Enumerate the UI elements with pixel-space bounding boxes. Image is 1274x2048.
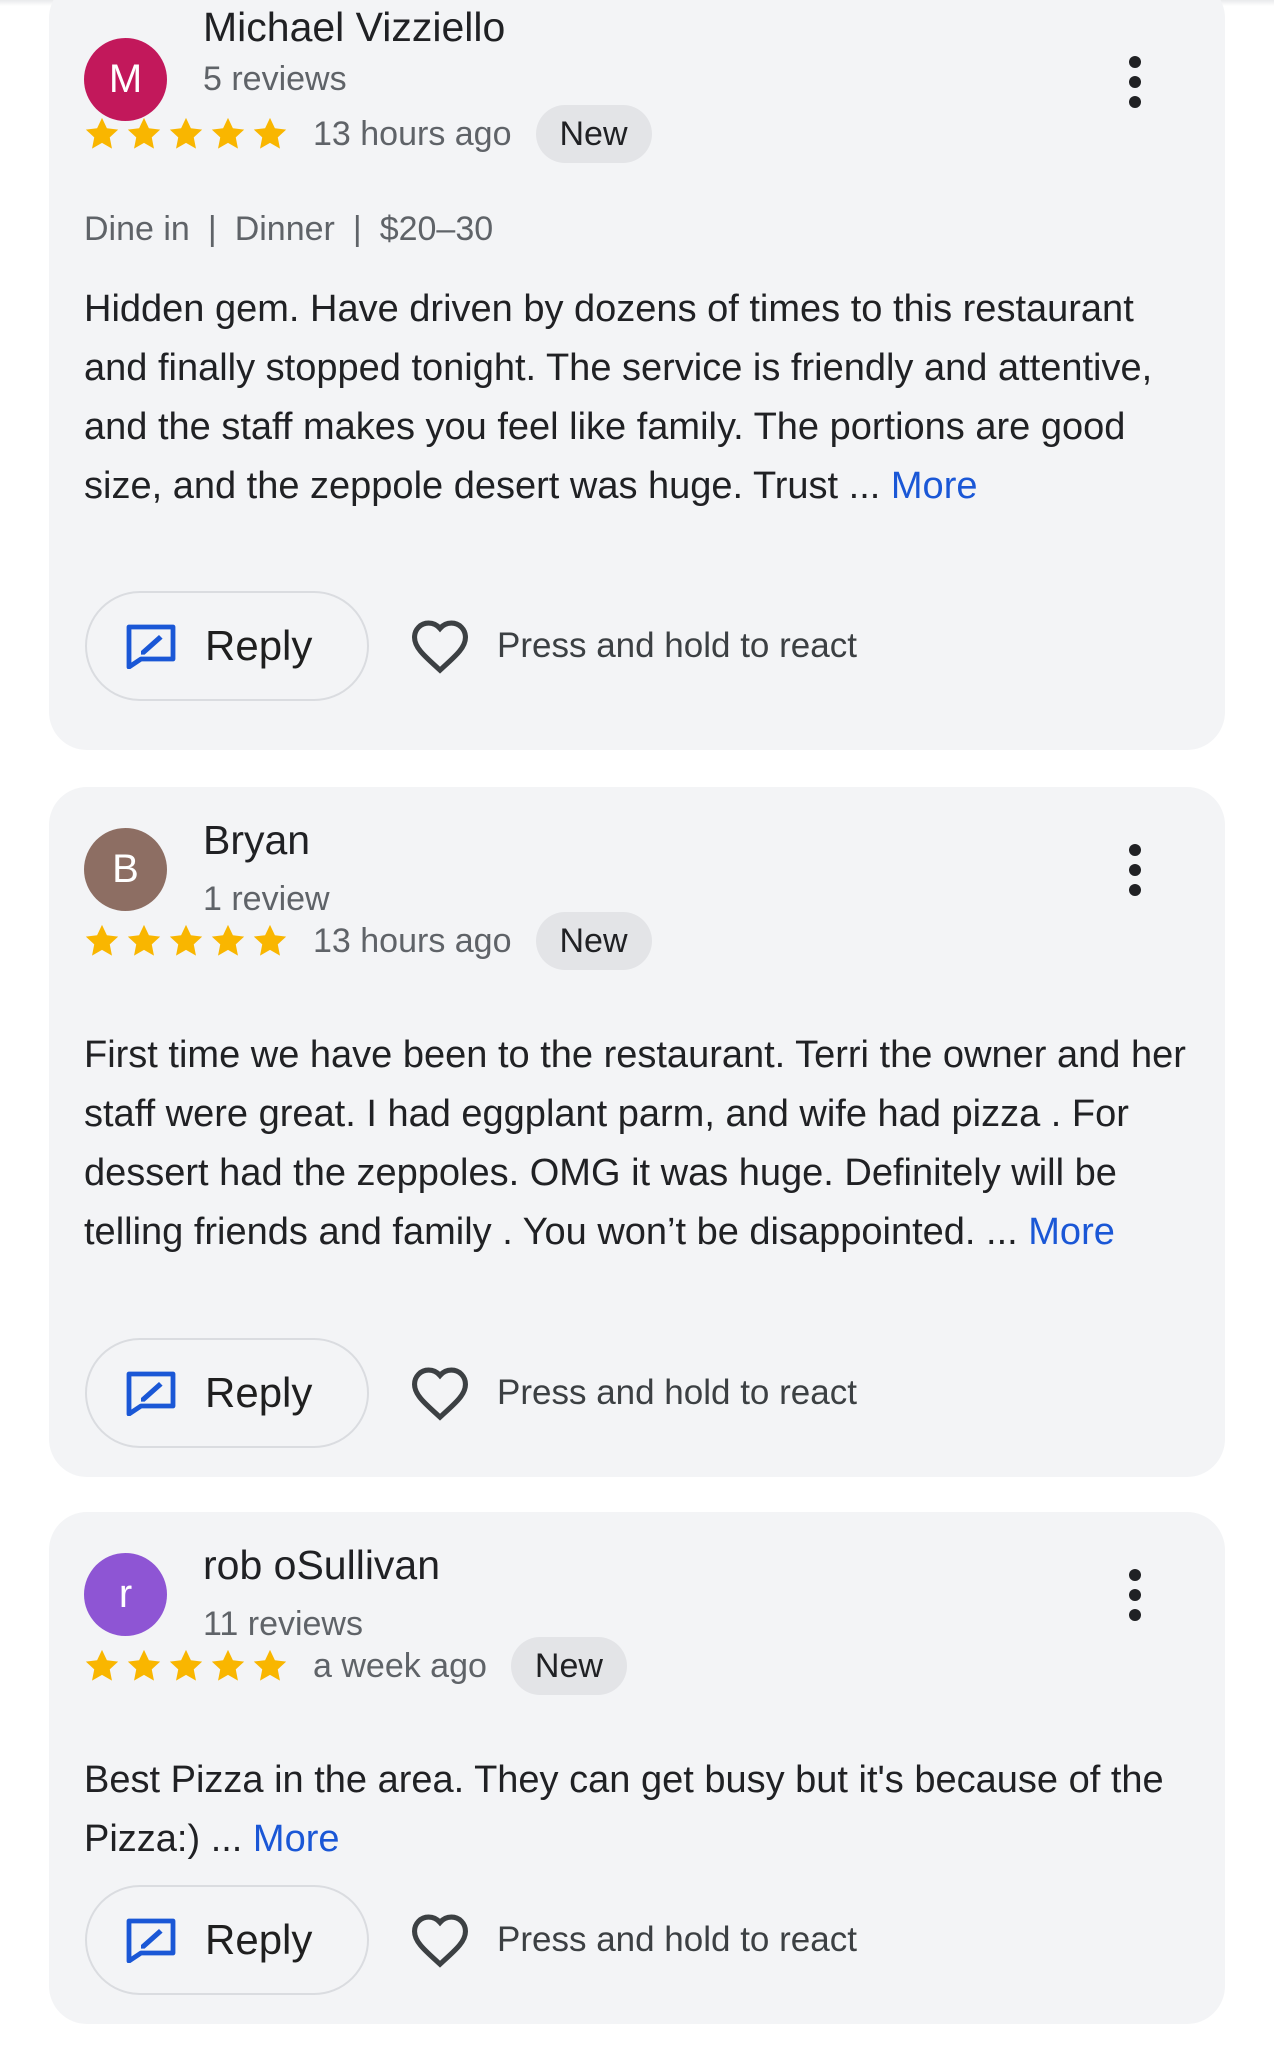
reply-label: Reply (205, 1916, 313, 1963)
more-options-icon[interactable] (1115, 52, 1155, 112)
react-label: Press and hold to react (497, 1920, 857, 1959)
reply-button[interactable]: Reply (85, 1338, 369, 1448)
star-icon (211, 1649, 245, 1681)
review-card: r rob oSullivan 11 reviews a week ago Ne… (49, 1512, 1225, 2024)
reviewer-name[interactable]: rob oSullivan (203, 1542, 440, 1589)
star-icon (253, 117, 287, 149)
review-time: 13 hours ago (313, 921, 512, 960)
reply-icon (126, 1371, 176, 1416)
star-icon (85, 1649, 119, 1681)
meta-meal: Dinner (234, 210, 335, 248)
review-body: Hidden gem. Have driven by dozens of tim… (84, 288, 1153, 507)
review-text: Best Pizza in the area. They can get bus… (84, 1751, 1194, 1869)
star-icon (253, 1649, 287, 1681)
reviewer-name[interactable]: Bryan (203, 817, 310, 864)
review-body: First time we have been to the restauran… (84, 1034, 1186, 1253)
review-time: a week ago (313, 1646, 487, 1685)
review-time: 13 hours ago (313, 114, 512, 153)
new-badge: New (535, 912, 652, 970)
visit-details: Dine in | Dinner | $20–30 (84, 210, 493, 249)
new-badge: New (510, 1637, 627, 1695)
meta-price: $20–30 (379, 210, 494, 248)
star-icon (85, 924, 119, 956)
star-icon (169, 117, 203, 149)
rating-row: 13 hours ago New (83, 912, 652, 970)
review-text: Hidden gem. Have driven by dozens of tim… (84, 280, 1194, 516)
more-link[interactable]: More (891, 465, 978, 507)
meta-separator: | (207, 210, 217, 248)
more-options-icon[interactable] (1115, 840, 1155, 900)
star-icon (85, 117, 119, 149)
meta-separator: | (352, 210, 362, 248)
star-icon (127, 1649, 161, 1681)
star-icon (127, 924, 161, 956)
heart-icon (411, 1367, 469, 1421)
star-rating (83, 1647, 289, 1685)
rating-row: 13 hours ago New (83, 105, 652, 163)
avatar-letter: B (112, 847, 139, 891)
reviewer-review-count[interactable]: 5 reviews (203, 60, 347, 99)
reviewer-name[interactable]: Michael Vizziello (203, 4, 505, 51)
heart-icon (411, 1914, 469, 1968)
avatar-letter: M (108, 57, 143, 101)
react-label: Press and hold to react (497, 626, 857, 665)
rating-row: a week ago New (83, 1637, 627, 1695)
star-icon (253, 924, 287, 956)
reply-icon (126, 1918, 176, 1963)
avatar[interactable]: r (84, 1553, 167, 1636)
star-icon (169, 924, 203, 956)
star-icon (127, 117, 161, 149)
react-button[interactable]: Press and hold to react (409, 1885, 857, 1995)
review-card: B Bryan 1 review 13 hours ago New First … (49, 787, 1225, 1477)
new-badge: New (535, 105, 652, 163)
star-rating (83, 115, 289, 153)
review-body: Best Pizza in the area. They can get bus… (84, 1759, 1164, 1860)
more-link[interactable]: More (1028, 1211, 1115, 1253)
more-options-icon[interactable] (1115, 1565, 1155, 1625)
more-link[interactable]: More (253, 1818, 340, 1860)
star-icon (211, 117, 245, 149)
avatar-letter: r (118, 1572, 133, 1616)
review-text: First time we have been to the restauran… (84, 1026, 1194, 1262)
react-button[interactable]: Press and hold to react (409, 1338, 857, 1448)
review-card: M Michael Vizziello 5 reviews 13 hours a… (49, 0, 1225, 750)
react-label: Press and hold to react (497, 1373, 857, 1412)
react-button[interactable]: Press and hold to react (409, 591, 857, 701)
reply-label: Reply (205, 622, 313, 669)
reply-label: Reply (205, 1369, 313, 1416)
star-rating (83, 922, 289, 960)
star-icon (169, 1649, 203, 1681)
reply-icon (126, 624, 176, 669)
meta-service: Dine in (84, 210, 190, 248)
heart-icon (411, 620, 469, 674)
star-icon (211, 924, 245, 956)
reply-button[interactable]: Reply (85, 591, 369, 701)
avatar[interactable]: B (84, 828, 167, 911)
reply-button[interactable]: Reply (85, 1885, 369, 1995)
